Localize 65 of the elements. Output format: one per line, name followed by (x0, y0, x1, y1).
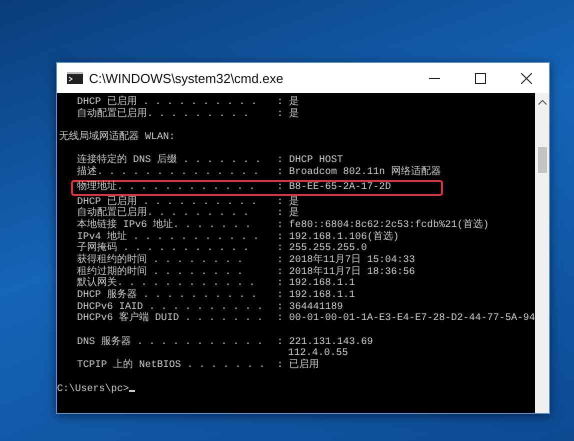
separator-colon: : (277, 220, 284, 231)
field-value: 是 (289, 196, 300, 208)
field-label: IPv4 地址 . . . . . . . . . . . (77, 232, 260, 243)
field-value: 2018年11月7日 18:36:56 (289, 266, 416, 278)
field-label: 获得租约的时间 . . . . . . . . (77, 254, 244, 266)
field-value: 192.168.1.1 (289, 290, 356, 302)
field-value: B8-EE-65-2A-17-2D (289, 182, 392, 193)
separator-colon: : (277, 336, 284, 348)
field-label: 描述. . . . . . . . . . . . . . (77, 167, 260, 179)
field-value: 是 (289, 108, 300, 120)
field-label: 物理地址. . . . . . . . . . . . (77, 182, 256, 194)
field-value: 192.168.1.106(首选) (289, 232, 400, 243)
field-label: 自动配置已启用. . . . . . . . . (77, 108, 250, 120)
field-value: 112.4.0.55 (288, 348, 348, 360)
separator-colon: : (277, 182, 284, 193)
separator-colon: : (277, 360, 284, 372)
field-value: 192.168.1.1 (289, 278, 356, 290)
separator-colon: : (277, 278, 284, 290)
separator-colon: : (277, 167, 284, 178)
separator-colon: : (277, 243, 284, 254)
field-value: 221.131.143.69 (289, 336, 374, 348)
field-value: DHCP HOST (289, 155, 344, 166)
scroll-up-icon[interactable] (538, 99, 547, 105)
field-label: 自动配置已启用. . . . . . . . . (77, 208, 250, 220)
window-title: C:\WINDOWS\system32\cmd.exe (89, 70, 284, 86)
scrollbar[interactable] (535, 93, 549, 413)
separator-colon: : (277, 232, 284, 243)
field-label: 子网掩码 . . . . . . . . . . . (77, 243, 250, 254)
field-label: DHCP 已启用 . . . . . . . . . . (77, 196, 258, 208)
separator-colon: : (277, 208, 284, 220)
close-icon (520, 72, 532, 84)
field-value: 00-01-00-01-1A-E3-E4-E7-28-D2-44-77-5A-94 (289, 313, 536, 324)
separator-colon: : (277, 254, 284, 266)
separator-colon: : (277, 313, 284, 324)
field-label: 默认网关. . . . . . . . . . . . (77, 278, 256, 290)
field-label: 连接特定的 DNS 后缀 . . . . . . . (77, 155, 262, 166)
section-heading: 无线局域网适配器 WLAN: (59, 132, 176, 144)
field-label: DHCPv6 IAID . . . . . . . . . . (77, 302, 264, 313)
separator-colon: : (277, 266, 284, 278)
field-value: fe80::6804:8c62:2c53:fcdb%21(首选) (289, 220, 490, 231)
field-value: 是 (289, 208, 300, 220)
field-value: 是 (289, 97, 300, 108)
field-value: 已启用 (289, 360, 320, 372)
field-value: Broadcom 802.11n 网络适配器 (289, 167, 442, 178)
command-prompt: C:\Users\pc> (57, 384, 130, 395)
separator-colon: : (277, 97, 284, 108)
separator-colon: : (277, 302, 284, 313)
scrollbar-thumb[interactable] (538, 147, 547, 173)
maximize-icon (474, 72, 486, 84)
separator-colon: : (277, 290, 284, 302)
separator-colon: : (277, 196, 284, 208)
field-label: 租约过期的时间 . . . . . . . . (77, 266, 244, 278)
field-label: DHCPv6 客户端 DUID . . . . . . . (77, 313, 264, 326)
field-value: 2018年11月7日 15:04:33 (289, 254, 416, 266)
text-cursor (129, 390, 136, 392)
field-label: DHCP 服务器 . . . . . . . . . . (77, 290, 258, 302)
separator-colon: : (277, 155, 284, 166)
separator-colon: : (277, 108, 284, 120)
field-value: 255.255.255.0 (289, 243, 368, 254)
console-app-icon (67, 72, 83, 84)
field-value: 364441189 (289, 302, 344, 313)
field-label: 本地链接 IPv6 地址. . . . . . . (77, 220, 252, 231)
field-label: DNS 服务器 . . . . . . . . . . . (77, 336, 264, 348)
field-label: DHCP 已启用 . . . . . . . . . . (77, 97, 258, 108)
field-label: TCPIP 上的 NetBIOS . . . . . . . (77, 360, 266, 372)
